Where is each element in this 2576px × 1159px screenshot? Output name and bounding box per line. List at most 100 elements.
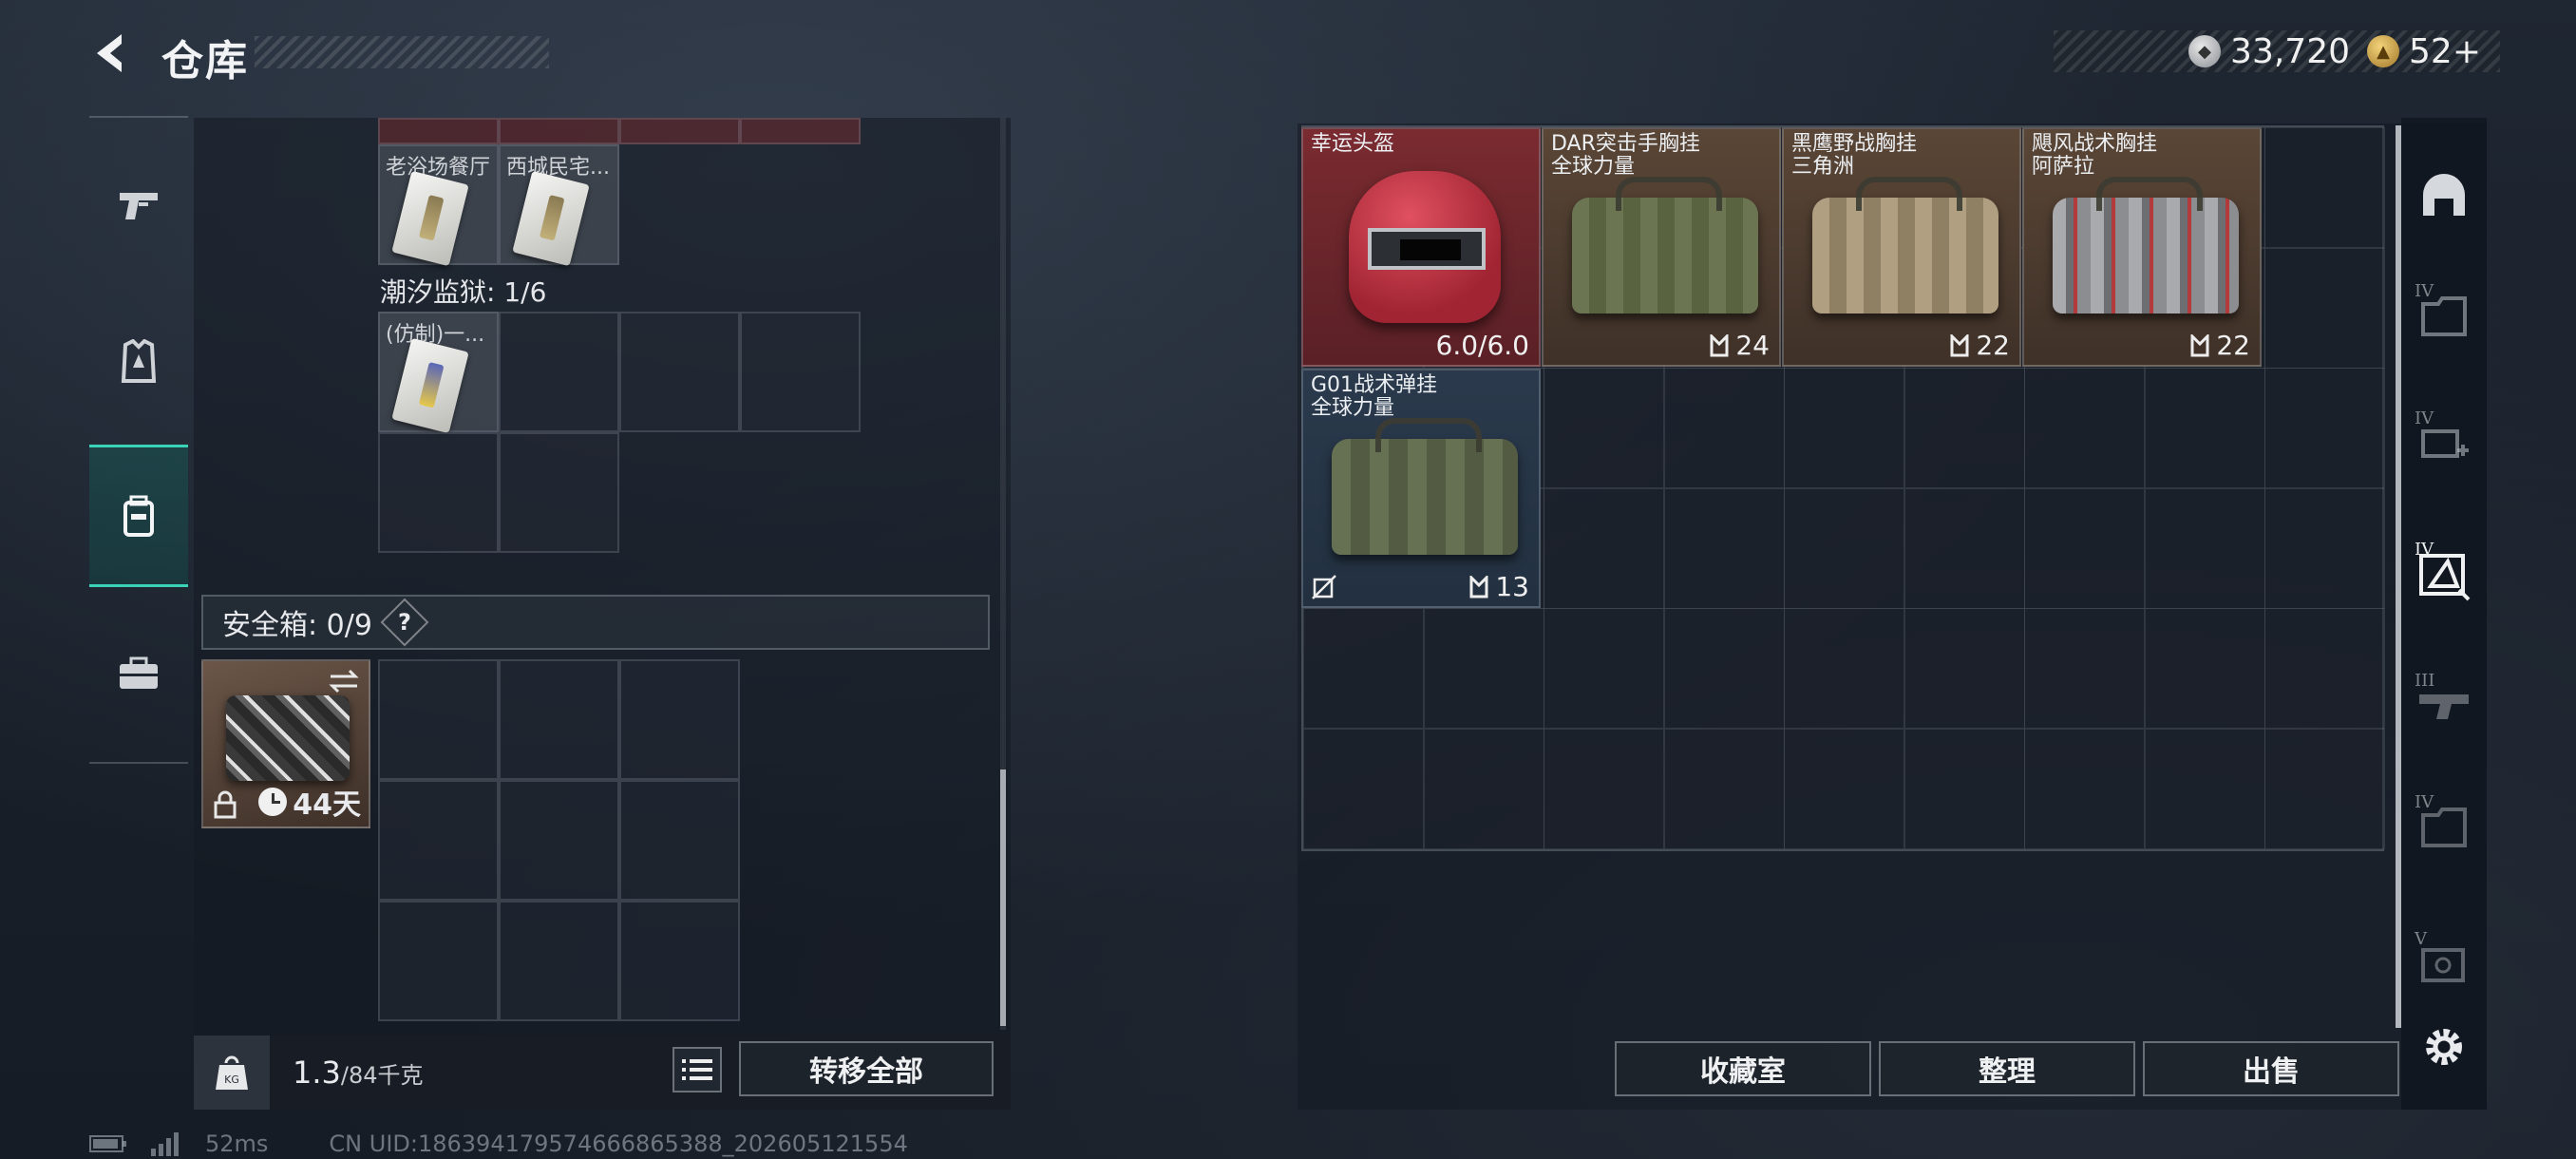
safebox-slot[interactable] <box>378 780 499 901</box>
storage-slot[interactable] <box>2024 487 2145 609</box>
grid-cell-partial <box>740 118 861 144</box>
grid-cell-partial <box>619 118 740 144</box>
safebox-slot[interactable] <box>619 901 740 1021</box>
safebox-slot[interactable] <box>378 659 499 780</box>
swap-icon[interactable] <box>327 667 361 695</box>
storage-slot[interactable] <box>2024 728 2145 849</box>
item-hurricane-chest-rig[interactable]: 飓风战术胸挂 阿萨拉 22 <box>2022 127 2262 367</box>
help-button[interactable]: ? <box>380 598 429 647</box>
storage-slot[interactable] <box>1784 728 1904 849</box>
storage-slot[interactable] <box>1904 728 2025 849</box>
weight-readout: 1.3/84千克 <box>293 1054 424 1091</box>
weight-icon-box: KG <box>194 1036 270 1110</box>
storage-slot[interactable] <box>2264 608 2385 729</box>
storage-slot[interactable] <box>2144 368 2265 488</box>
backpack-iv-category[interactable]: IV <box>2401 775 2487 880</box>
medkit-iv-category[interactable]: IV <box>2401 391 2487 496</box>
keycard-slot[interactable]: 老浴场餐厅 <box>378 144 499 267</box>
keycard-slot[interactable]: 西城民宅... <box>499 144 619 267</box>
storage-slot[interactable] <box>1544 487 1664 609</box>
storage-slot[interactable] <box>1904 368 2025 488</box>
safebox-slot[interactable] <box>619 659 740 780</box>
storage-slot[interactable] <box>1904 487 2025 609</box>
item-capacity: 22 <box>2189 330 2250 361</box>
list-view-button[interactable] <box>672 1047 722 1092</box>
sell-button[interactable]: 出售 <box>2143 1041 2399 1096</box>
list-icon <box>682 1059 712 1080</box>
keycard-slot[interactable]: (仿制)一... <box>378 312 499 434</box>
storage-slot[interactable] <box>1663 728 1785 849</box>
safebox-slot[interactable] <box>499 901 619 1021</box>
empty-slot[interactable] <box>619 312 740 432</box>
sort-button[interactable]: 整理 <box>1879 1041 2135 1096</box>
empty-slot[interactable] <box>740 312 861 432</box>
ping-text: 52ms <box>205 1130 269 1157</box>
safebox-label: 安全箱: 0/9 <box>222 609 372 642</box>
helmet-image <box>1349 171 1501 323</box>
supplies-tab[interactable] <box>89 602 188 745</box>
storage-slot[interactable] <box>1663 368 1785 488</box>
weapons-tab[interactable] <box>89 135 188 277</box>
gold-currency[interactable]: ▲ 52+ <box>2367 32 2481 71</box>
storage-slot[interactable] <box>1784 368 1904 488</box>
tier-label: IV <box>2415 408 2434 428</box>
weight-current: 1.3 <box>293 1054 341 1091</box>
storage-slot[interactable] <box>1423 728 1544 849</box>
collection-room-button[interactable]: 收藏室 <box>1615 1041 1871 1096</box>
safebox-item[interactable]: 44天 <box>201 659 370 828</box>
storage-slot[interactable] <box>1303 608 1424 729</box>
storage-slot[interactable] <box>1904 608 2025 729</box>
tier-label: IV <box>2415 281 2434 301</box>
storage-slot[interactable] <box>1784 608 1904 729</box>
backpack-scrollbar-thumb[interactable] <box>1000 770 1006 1026</box>
helmet-icon <box>2423 174 2465 216</box>
storage-slot[interactable] <box>1544 728 1664 849</box>
storage-slot[interactable] <box>2264 487 2385 609</box>
storage-slot[interactable] <box>2024 368 2145 488</box>
storage-slot[interactable] <box>2024 608 2145 729</box>
safebox-slot[interactable] <box>378 901 499 1021</box>
storage-slot[interactable] <box>2264 368 2385 488</box>
capacity-icon <box>2190 333 2209 356</box>
transfer-all-button[interactable]: 转移全部 <box>739 1041 994 1096</box>
empty-slot[interactable] <box>378 432 499 553</box>
storage-slot[interactable] <box>2144 608 2265 729</box>
storage-slot[interactable] <box>1663 487 1785 609</box>
safebox-slot[interactable] <box>619 780 740 901</box>
empty-slot[interactable] <box>499 312 619 432</box>
storage-slot[interactable] <box>2264 247 2385 369</box>
rig-iii-category[interactable]: III <box>2401 654 2487 758</box>
storage-slot[interactable] <box>2144 728 2265 849</box>
storage-slot[interactable] <box>1544 608 1664 729</box>
safebox-duration: 44天 <box>258 781 361 823</box>
storage-slot[interactable] <box>1303 728 1424 849</box>
silver-currency: ◆ 33,720 <box>2188 32 2350 71</box>
item-blackhawk-chest-rig[interactable]: 黑鹰野战胸挂 三角洲 22 <box>1782 127 2021 367</box>
item-dar-chest-rig[interactable]: DAR突击手胸挂 全球力量 24 <box>1542 127 1781 367</box>
safebox-days-text: 44天 <box>293 788 361 822</box>
backpack-icon <box>123 495 154 537</box>
chest-rig-image <box>2053 177 2239 314</box>
rig-iv-category[interactable]: IV <box>2401 522 2487 627</box>
helmet-category[interactable] <box>2401 142 2487 247</box>
storage-slot[interactable] <box>2264 728 2385 849</box>
equipment-tab[interactable] <box>89 291 188 433</box>
back-button[interactable] <box>85 27 139 80</box>
storage-slot[interactable] <box>1663 608 1785 729</box>
storage-slot[interactable] <box>2264 127 2385 248</box>
storage-slot[interactable] <box>1423 608 1544 729</box>
safebox-slot[interactable] <box>499 659 619 780</box>
storage-slot[interactable] <box>2144 487 2265 609</box>
silver-amount: 33,720 <box>2230 31 2351 71</box>
settings-button[interactable] <box>2401 994 2487 1100</box>
safebox-slot[interactable] <box>499 780 619 901</box>
item-lucky-helmet[interactable]: 幸运头盔 6.0/6.0 <box>1301 127 1541 367</box>
armor-iv-category[interactable]: IV <box>2401 264 2487 369</box>
storage-slot[interactable] <box>1544 368 1664 488</box>
tier-label: III <box>2415 671 2435 691</box>
backpack-tab[interactable] <box>89 445 188 587</box>
tier-label: IV <box>2415 540 2434 560</box>
storage-slot[interactable] <box>1784 487 1904 609</box>
empty-slot[interactable] <box>499 432 619 553</box>
item-g01-ammo-rig[interactable]: G01战术弹挂 全球力量 13 <box>1301 369 1541 608</box>
